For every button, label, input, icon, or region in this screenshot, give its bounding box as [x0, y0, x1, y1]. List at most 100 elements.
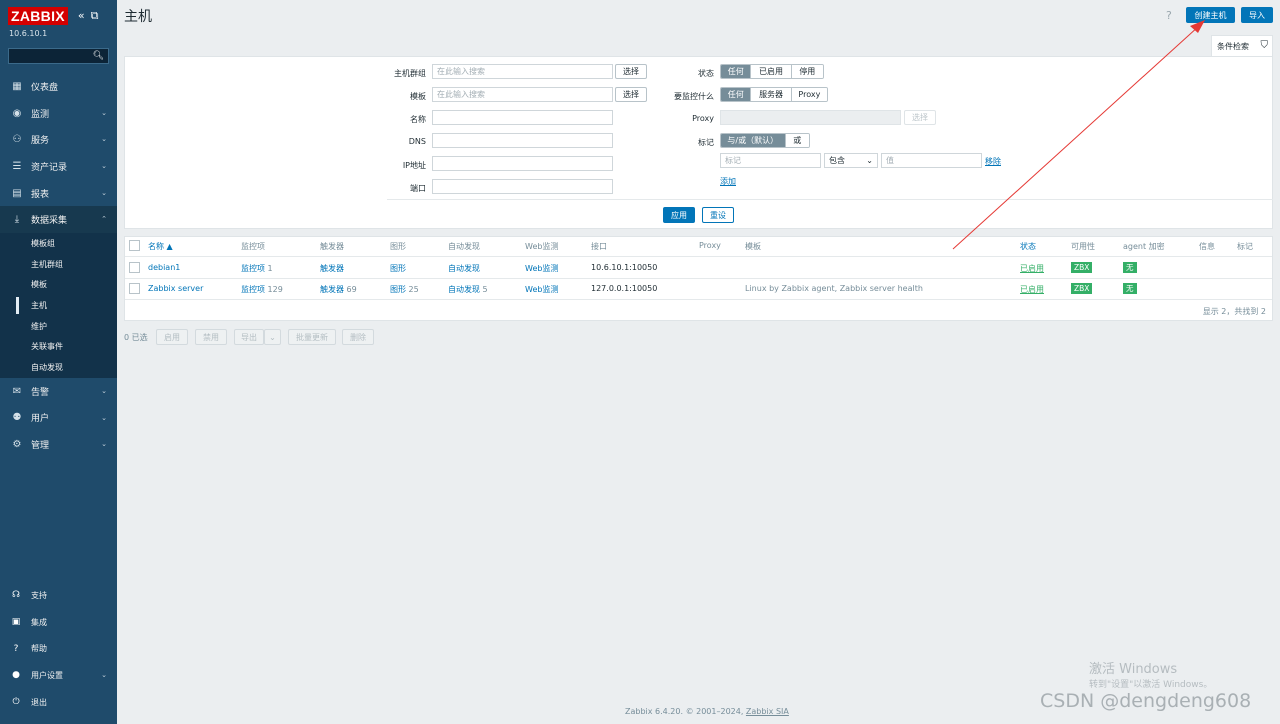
menu-item-alerts[interactable]: ✉ 告警 ⌄: [0, 378, 117, 405]
menu-item-inventory[interactable]: ☰ 资产记录 ⌄: [0, 153, 117, 180]
submenu-item-host-groups[interactable]: 主机群组: [0, 254, 117, 275]
availability-badge[interactable]: ZBX: [1071, 283, 1093, 294]
sidebar-search-input[interactable]: 🔍︎: [8, 48, 109, 64]
dns-input[interactable]: [432, 133, 613, 148]
tag-operator-select[interactable]: 包含 ⌄: [824, 153, 878, 168]
menu-item-help[interactable]: ? 帮助: [0, 635, 117, 662]
web-link[interactable]: Web监测: [525, 263, 558, 274]
menu-item-administration[interactable]: ⚙ 管理 ⌄: [0, 431, 117, 458]
menu-item-integrations[interactable]: ▣ 集成: [0, 609, 117, 636]
submenu-item-templates[interactable]: 模板: [0, 275, 117, 296]
items-link[interactable]: 监控项: [241, 285, 265, 294]
host-name-link[interactable]: debian1: [148, 263, 180, 272]
templates-label: 模板: [410, 92, 426, 101]
row-divider: [125, 278, 1272, 279]
graphs-link[interactable]: 图形: [390, 285, 406, 294]
host-name-link[interactable]: Zabbix server: [148, 284, 203, 293]
row-checkbox[interactable]: [129, 283, 140, 294]
port-label: 端口: [410, 184, 426, 193]
status-option-enabled[interactable]: 已启用: [751, 65, 792, 78]
export-dropdown-button[interactable]: ⌄: [264, 329, 281, 345]
submenu-item-template-groups[interactable]: 模板组: [0, 233, 117, 254]
menu-item-reports[interactable]: ▤ 报表 ⌄: [0, 180, 117, 207]
footer-link[interactable]: Zabbix SIA: [746, 707, 789, 716]
selected-count: 0 已选: [124, 333, 148, 342]
zabbix-logo[interactable]: ZABBIX: [8, 7, 68, 25]
delete-button[interactable]: 删除: [342, 329, 374, 345]
monitored-by-segmented: 任何 服务器 Proxy: [720, 87, 828, 102]
host-groups-select-button[interactable]: 选择: [615, 64, 647, 79]
logo-row: ZABBIX « ⧉: [8, 7, 112, 25]
discovery-cell: 自动发现 5: [448, 284, 488, 295]
submenu-item-hosts[interactable]: 主机: [0, 295, 117, 316]
triggers-link[interactable]: 触发器: [320, 285, 344, 294]
availability-badge[interactable]: ZBX: [1071, 262, 1093, 273]
tags-option-or[interactable]: 或: [785, 134, 809, 147]
collapse-icon[interactable]: «: [78, 9, 85, 23]
items-link[interactable]: 监控项: [241, 264, 265, 273]
chevron-down-icon: ⌄: [101, 440, 107, 449]
graphs-link[interactable]: 图形: [390, 263, 406, 274]
tag-value-input[interactable]: 值: [881, 153, 982, 168]
menu-item-services[interactable]: ⚇ 服务 ⌄: [0, 126, 117, 153]
monitored-by-option-server[interactable]: 服务器: [751, 88, 792, 101]
column-header-name[interactable]: 名称 ▲: [148, 241, 173, 252]
monitored-by-option-any[interactable]: 任何: [721, 88, 752, 101]
menu-item-monitoring[interactable]: ◉ 监测 ⌄: [0, 100, 117, 127]
submenu-item-event-correlation[interactable]: 关联事件: [0, 337, 117, 358]
disable-button[interactable]: 禁用: [195, 329, 227, 345]
tag-add-link[interactable]: 添加: [720, 176, 736, 187]
row-checkbox[interactable]: [129, 262, 140, 273]
status-option-disabled[interactable]: 停用: [791, 65, 823, 78]
create-host-button[interactable]: 创建主机: [1186, 7, 1235, 23]
submenu-item-discovery[interactable]: 自动发现: [0, 357, 117, 378]
search-icon[interactable]: 🔍︎: [93, 51, 104, 61]
menu-item-dashboard[interactable]: ▦ 仪表盘: [0, 73, 117, 100]
menu-item-users[interactable]: ⚉ 用户 ⌄: [0, 405, 117, 432]
port-input[interactable]: [432, 179, 613, 194]
help-icon: ?: [13, 643, 19, 654]
tag-remove-link[interactable]: 移除: [985, 156, 1001, 167]
tags-option-and-or[interactable]: 与/或（默认）: [721, 134, 786, 147]
mass-update-button[interactable]: 批量更新: [288, 329, 336, 345]
tag-name-input[interactable]: 标记: [720, 153, 821, 168]
kiosk-icon[interactable]: ⧉: [91, 9, 99, 23]
templates-input[interactable]: 在此输入搜索: [432, 87, 613, 102]
filter-tab[interactable]: 条件检索 ⛉: [1211, 35, 1273, 56]
page-title: 主机: [124, 9, 152, 25]
name-input[interactable]: [432, 110, 613, 125]
column-header-proxy: Proxy: [699, 241, 721, 250]
select-all-checkbox[interactable]: [129, 240, 140, 251]
status-toggle[interactable]: 已启用: [1020, 263, 1044, 274]
templates-select-button[interactable]: 选择: [615, 87, 647, 102]
column-header-interface: 接口: [591, 242, 607, 251]
status-toggle[interactable]: 已启用: [1020, 284, 1044, 295]
menu-item-support[interactable]: ☊ 支持: [0, 582, 117, 609]
import-button[interactable]: 导入: [1241, 7, 1273, 23]
column-header-tags: 标记: [1237, 242, 1253, 251]
interface-cell: 10.6.10.1:10050: [591, 263, 658, 272]
templates-cell[interactable]: Linux by Zabbix agent, Zabbix server hea…: [745, 284, 923, 293]
menu-item-user-settings[interactable]: ● 用户设置 ⌄: [0, 662, 117, 689]
menu-item-data-collection[interactable]: ⤓ 数据采集 ⌃: [0, 206, 117, 234]
host-groups-input[interactable]: 在此输入搜索: [432, 64, 613, 79]
menu-item-label: 监测: [31, 109, 50, 120]
status-option-any[interactable]: 任何: [721, 65, 752, 78]
discovery-link[interactable]: 自动发现: [448, 263, 480, 274]
discovery-link[interactable]: 自动发现: [448, 285, 480, 294]
submenu-item-maintenance[interactable]: 维护: [0, 316, 117, 337]
hosts-table: 名称 ▲ 监控项 触发器 图形 自动发现 Web监测 接口 Proxy 模板 状…: [124, 236, 1273, 321]
export-button[interactable]: 导出: [234, 329, 264, 345]
column-header-status[interactable]: 状态: [1020, 241, 1036, 252]
web-link[interactable]: Web监测: [525, 284, 558, 295]
monitored-by-option-proxy[interactable]: Proxy: [791, 88, 827, 101]
triggers-link[interactable]: 触发器: [320, 263, 344, 274]
column-header-info: 信息: [1199, 242, 1215, 251]
ip-input[interactable]: [432, 156, 613, 171]
proxy-select-button: 选择: [904, 110, 936, 125]
help-icon[interactable]: ?: [1166, 9, 1172, 22]
menu-item-sign-out[interactable]: ⏻ 退出: [0, 689, 117, 716]
apply-button[interactable]: 应用: [663, 207, 695, 223]
reset-button[interactable]: 重设: [702, 207, 734, 223]
enable-button[interactable]: 启用: [156, 329, 188, 345]
